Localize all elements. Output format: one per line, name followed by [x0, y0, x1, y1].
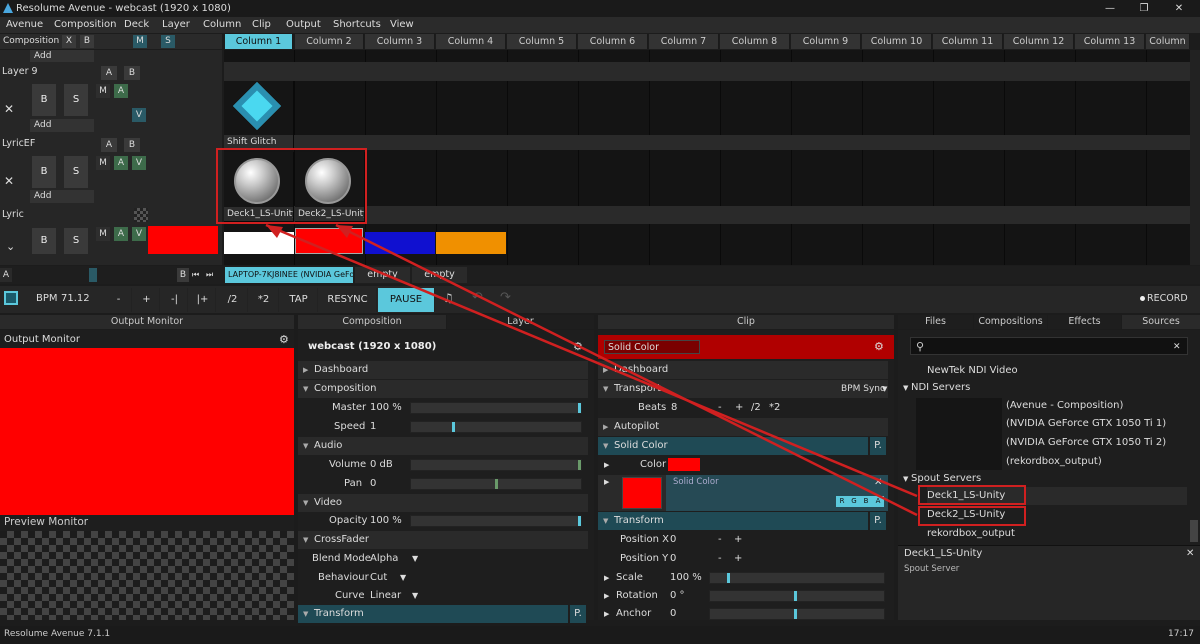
status-bar: Resolume Avenue 7.1.1 17:17 [0, 626, 1200, 644]
arrow-line-deck1 [265, 223, 918, 498]
version-label: Resolume Avenue 7.1.1 [4, 629, 111, 639]
clock-label: 17:17 [1168, 629, 1194, 639]
arrow-line-deck2 [335, 223, 918, 517]
annotation-arrows [265, 223, 918, 517]
arrow-head-deck1 [266, 225, 283, 238]
